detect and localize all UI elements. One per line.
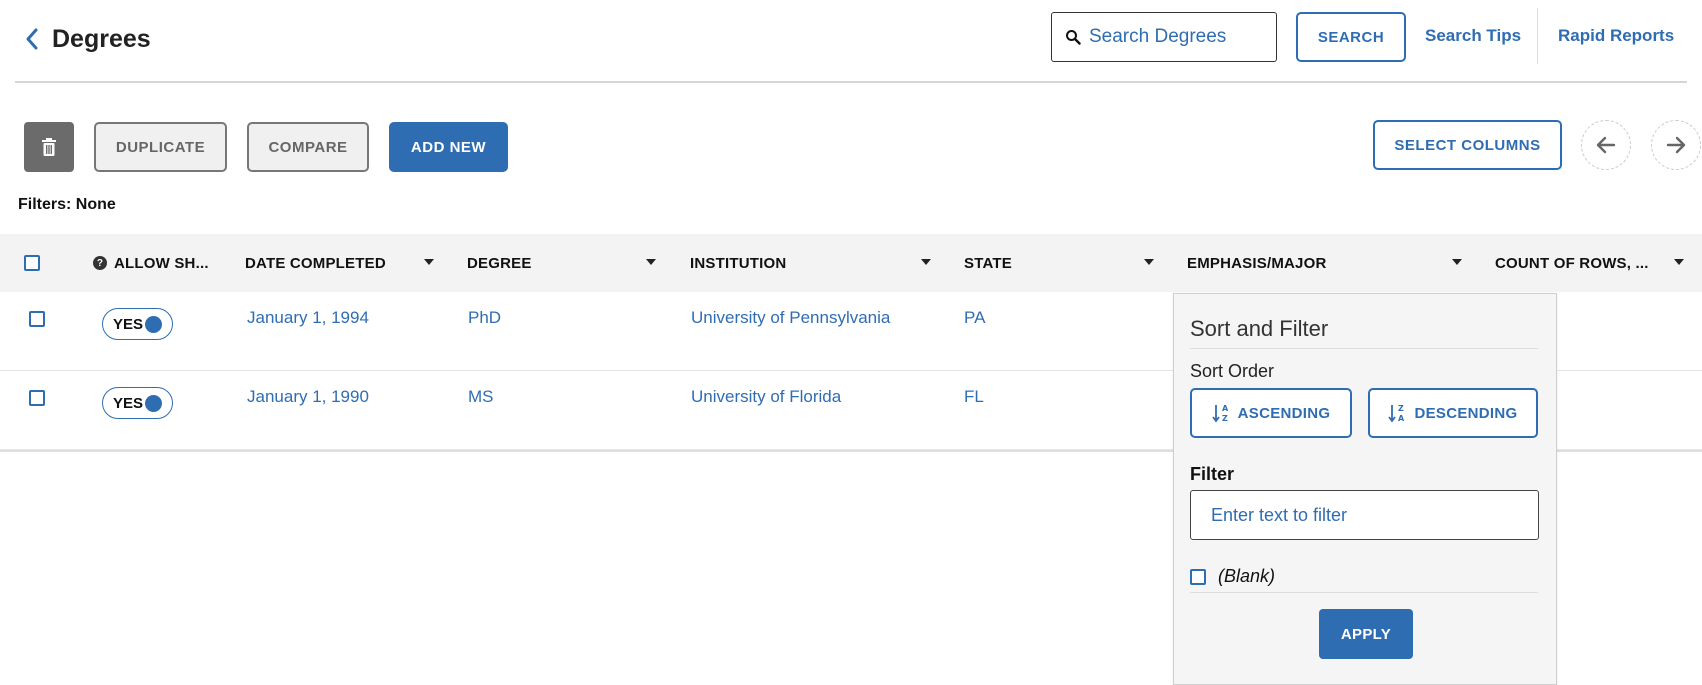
column-header-degree[interactable]: DEGREE [467, 234, 532, 292]
next-button[interactable] [1651, 120, 1701, 170]
row-checkbox[interactable] [29, 311, 45, 327]
sort-ascending-button[interactable]: A Z ASCENDING [1190, 388, 1352, 438]
row-checkbox[interactable] [29, 390, 45, 406]
column-label: INSTITUTION [690, 254, 787, 272]
date-completed-cell[interactable]: January 1, 1990 [247, 387, 369, 407]
page-title: Degrees [52, 25, 151, 53]
filter-label: Filter [1190, 464, 1235, 484]
blank-checkbox[interactable] [1190, 568, 1206, 585]
previous-button[interactable] [1581, 120, 1631, 170]
ascending-label: ASCENDING [1237, 404, 1331, 422]
search-icon [1066, 30, 1081, 45]
blank-option[interactable]: (Blank) [1190, 566, 1275, 587]
allow-share-toggle[interactable]: YES [102, 308, 173, 340]
select-all-checkbox[interactable] [24, 255, 40, 271]
toggle-label: YES [113, 394, 144, 412]
rapid-reports-link[interactable]: Rapid Reports [1558, 26, 1674, 46]
sort-caret-icon[interactable] [646, 259, 656, 265]
sort-filter-popup: Sort and Filter Sort Order A Z ASCENDING… [1173, 293, 1557, 685]
toggle-knob [145, 394, 163, 412]
select-all-cell [24, 234, 40, 292]
column-header-state[interactable]: STATE [964, 234, 1012, 292]
column-header-count-of-rows[interactable]: COUNT OF ROWS, ... [1495, 234, 1649, 292]
popup-divider [1190, 592, 1538, 593]
column-label: DEGREE [467, 254, 532, 272]
delete-button[interactable] [24, 122, 74, 172]
sort-caret-icon[interactable] [424, 259, 434, 265]
popup-title: Sort and Filter [1190, 316, 1329, 341]
add-new-button[interactable]: ADD NEW [389, 122, 508, 172]
column-label: DATE COMPLETED [245, 254, 386, 272]
descending-label: DESCENDING [1414, 404, 1518, 422]
filters-status: Filters: None [18, 196, 116, 213]
header-divider [1537, 8, 1538, 64]
date-completed-cell[interactable]: January 1, 1994 [247, 308, 369, 328]
institution-cell[interactable]: University of Pennsylvania [691, 308, 890, 328]
back-button[interactable] [20, 24, 44, 54]
sort-descending-button[interactable]: Z A DESCENDING [1368, 388, 1538, 438]
column-label: COUNT OF ROWS, ... [1495, 254, 1649, 272]
sort-caret-icon[interactable] [1674, 259, 1684, 265]
popup-divider [1190, 348, 1538, 349]
sort-caret-icon[interactable] [1452, 259, 1462, 265]
column-header-institution[interactable]: INSTITUTION [690, 234, 786, 292]
sort-caret-icon[interactable] [1144, 259, 1154, 265]
toggle-label: YES [113, 315, 144, 333]
header-rule [15, 81, 1687, 83]
svg-text:A: A [1222, 404, 1229, 413]
search-button[interactable]: SEARCH [1296, 12, 1406, 62]
toggle-knob [145, 315, 163, 333]
column-label: EMPHASIS/MAJOR [1187, 254, 1327, 272]
degree-cell[interactable]: MS [468, 387, 494, 407]
sort-order-label: Sort Order [1190, 361, 1275, 381]
svg-text:Z: Z [1398, 404, 1404, 413]
sort-ascending-icon: A Z [1211, 404, 1229, 423]
degree-cell[interactable]: PhD [468, 308, 501, 328]
blank-option-label: (Blank) [1218, 566, 1276, 586]
arrow-right-icon [1666, 136, 1686, 154]
allow-share-toggle[interactable]: YES [102, 387, 173, 419]
select-columns-button[interactable]: SELECT COLUMNS [1373, 120, 1562, 170]
table-header: ? ALLOW SH... DATE COMPLETED DEGREE INST… [0, 234, 1702, 292]
search-tips-link[interactable]: Search Tips [1425, 26, 1521, 46]
filter-input[interactable] [1190, 490, 1539, 540]
trash-icon [42, 138, 56, 156]
state-cell[interactable]: PA [964, 308, 985, 328]
column-label: ALLOW SH... [114, 254, 209, 272]
state-cell[interactable]: FL [964, 387, 984, 407]
institution-cell[interactable]: University of Florida [691, 387, 841, 407]
column-header-emphasis-major[interactable]: EMPHASIS/MAJOR [1187, 234, 1327, 292]
apply-button[interactable]: APPLY [1319, 609, 1413, 659]
search-input[interactable] [1089, 26, 1269, 48]
column-label: STATE [964, 254, 1012, 272]
column-header-allow[interactable]: ? ALLOW SH... [93, 234, 209, 292]
svg-text:Z: Z [1222, 414, 1228, 423]
column-header-date-completed[interactable]: DATE COMPLETED [245, 234, 386, 292]
help-icon[interactable]: ? [93, 256, 107, 270]
sort-caret-icon[interactable] [921, 259, 931, 265]
arrow-left-icon [1596, 136, 1616, 154]
duplicate-button[interactable]: DUPLICATE [94, 122, 227, 172]
chevron-left-icon [26, 28, 38, 50]
sort-descending-icon: Z A [1388, 404, 1405, 423]
svg-text:A: A [1398, 414, 1405, 423]
compare-button[interactable]: COMPARE [247, 122, 369, 172]
search-box[interactable] [1051, 12, 1277, 62]
